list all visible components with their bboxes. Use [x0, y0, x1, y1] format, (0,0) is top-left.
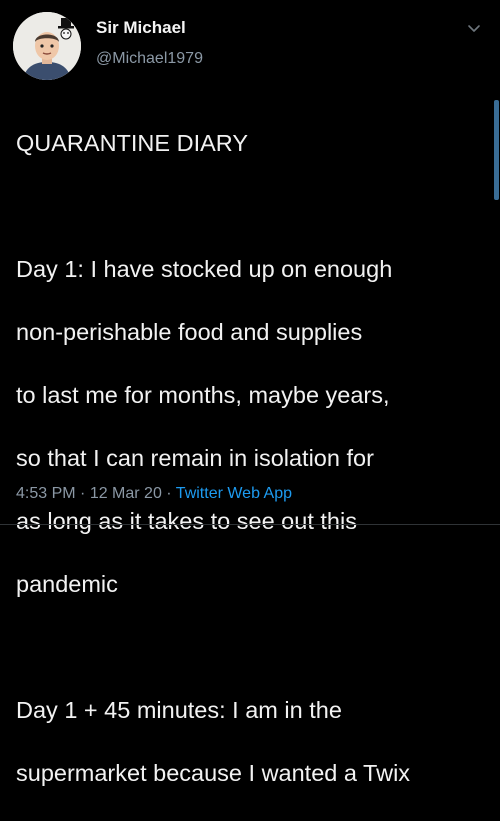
tweet-line [16, 632, 486, 664]
tweet-line: as long as it takes to see out this [16, 507, 357, 534]
tweet-line: Day 1 + 45 minutes: I am in the [16, 696, 342, 723]
tweet-line: pandemic [16, 570, 118, 597]
tweet-line: QUARANTINE DIARY [16, 129, 248, 156]
tweet-line: non-perishable food and supplies [16, 318, 363, 345]
scrollbar[interactable] [494, 100, 499, 200]
chevron-down-icon[interactable] [460, 14, 488, 42]
tweet-meta: 4:53 PM · 12 Mar 20 · Twitter Web App [16, 485, 292, 503]
source-app-link[interactable]: Twitter Web App [176, 485, 292, 502]
author-handle[interactable]: @Michael1979 [96, 50, 203, 68]
avatar[interactable] [13, 12, 81, 80]
tweet-line: Day 1: I have stocked up on enough [16, 255, 393, 282]
tweet-card: Sir Michael @Michael1979 QUARANTINE DIAR… [0, 0, 500, 786]
meta-separator: · [161, 485, 176, 502]
tweet-date[interactable]: 12 Mar 20 [90, 485, 162, 502]
divider [0, 524, 500, 525]
tweet-line: supermarket because I wanted a Twix [16, 759, 411, 786]
tweet-line: so that I can remain in isolation for [16, 444, 374, 471]
tweet-time[interactable]: 4:53 PM [16, 485, 76, 502]
tweet-line [16, 191, 486, 223]
tweet-text: QUARANTINE DIARY Day 1: I have stocked u… [16, 96, 486, 821]
avatar-portrait-icon [13, 12, 81, 80]
tweet-line: to last me for months, maybe years, [16, 381, 390, 408]
author-name[interactable]: Sir Michael [96, 18, 186, 38]
meta-separator: · [75, 485, 90, 502]
